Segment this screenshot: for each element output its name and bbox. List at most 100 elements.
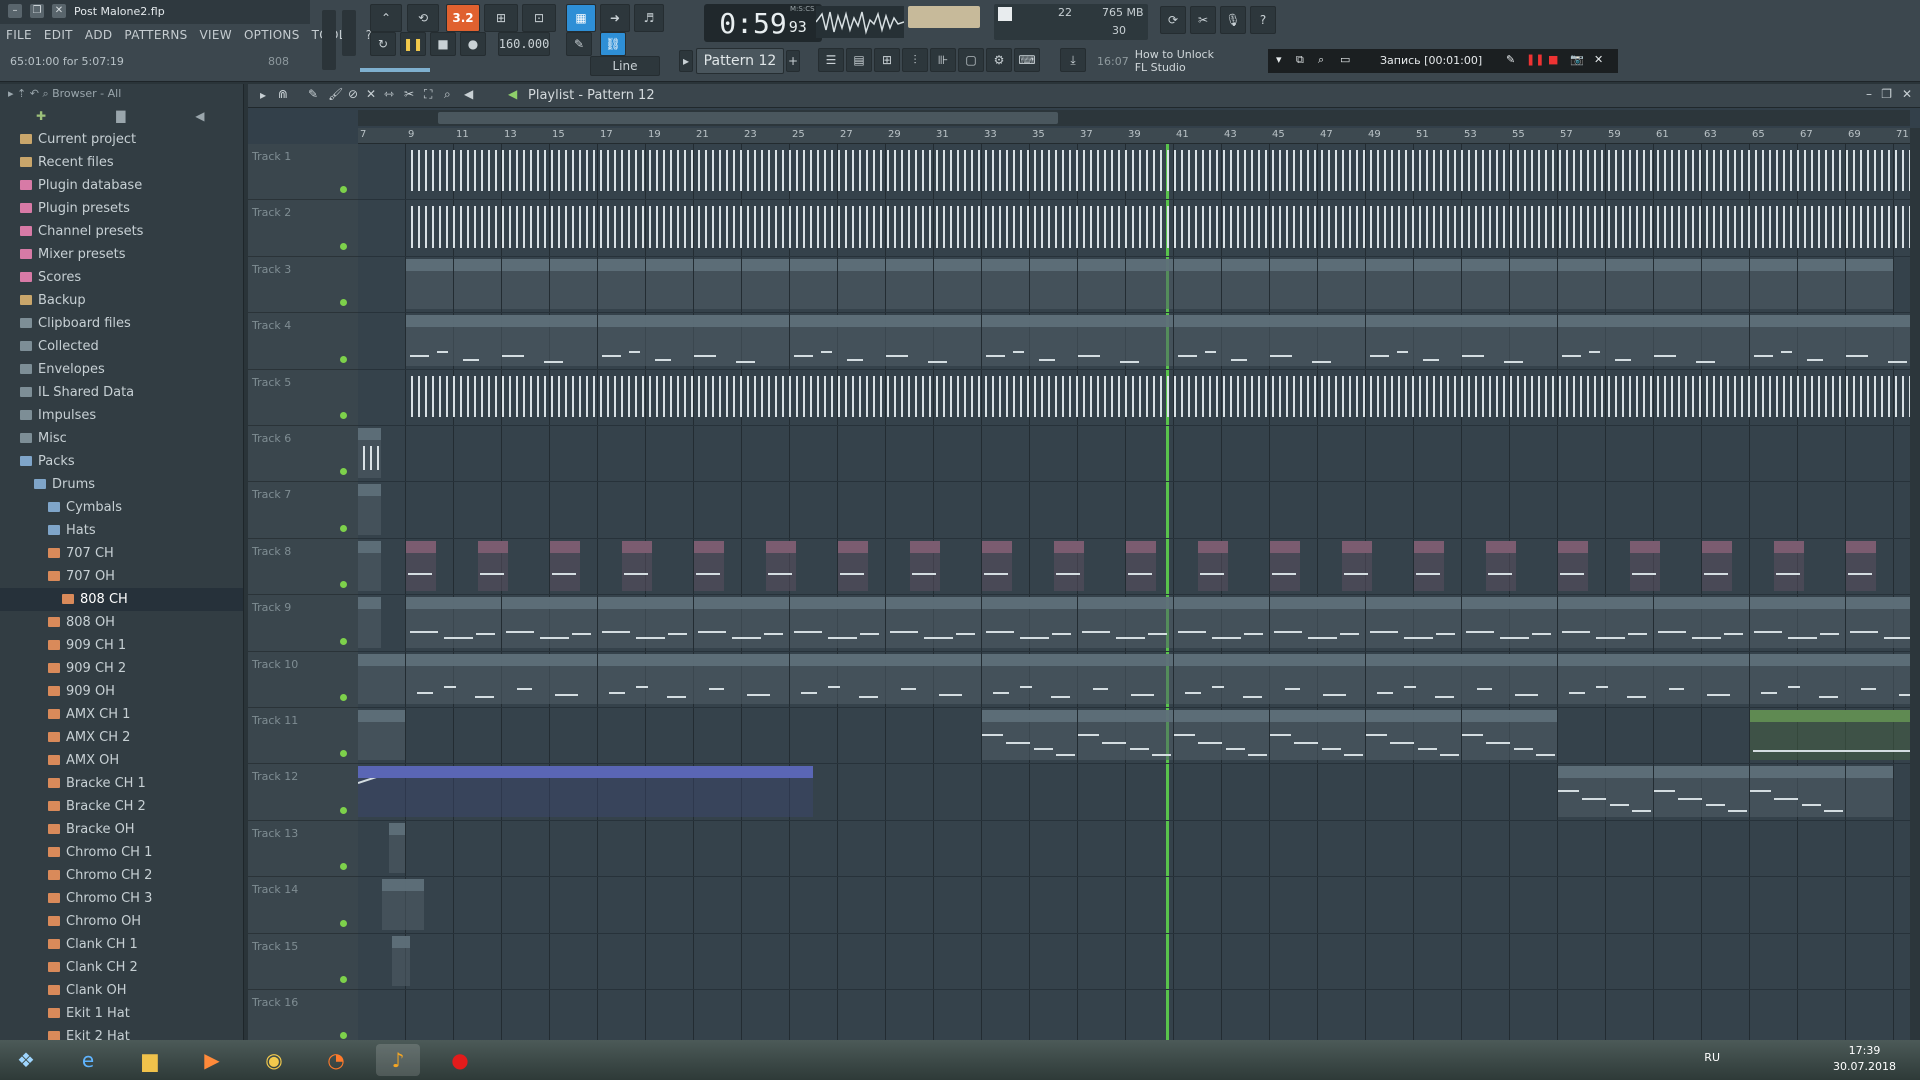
playlist-clip[interactable]: hihat [838, 258, 885, 310]
playlist-clip[interactable] [550, 540, 581, 592]
download-icon[interactable]: ⤓ [1060, 48, 1086, 72]
metronome-icon[interactable]: ⌃ [370, 4, 402, 32]
fl-studio-taskbar-icon[interactable]: ♪ [376, 1044, 420, 1076]
playlist-clip[interactable]: 808 [1558, 315, 1749, 366]
playlist-clip[interactable] [358, 428, 381, 479]
browser-item[interactable]: 808 CH [0, 588, 243, 611]
playlist-clip[interactable] [391, 935, 410, 986]
internet-explorer-icon[interactable]: e [66, 1044, 110, 1076]
playlist-clip[interactable] [1774, 540, 1805, 592]
step-sequencer-icon[interactable]: ⊪ [930, 48, 956, 72]
track-lane[interactable] [358, 934, 1910, 990]
menu-item-options[interactable]: OPTIONS [238, 26, 306, 46]
playlist-clip[interactable]: Pattern 12 [1654, 766, 1749, 817]
playlist-clip[interactable]: hih..#2 [886, 258, 933, 310]
track-lane[interactable] [358, 482, 1910, 539]
track-enable-led[interactable] [340, 637, 347, 645]
track-enable-led[interactable] [340, 1032, 347, 1040]
playlist-clip[interactable] [358, 540, 381, 592]
browser-file-icon[interactable]: ▇ [116, 109, 125, 123]
playlist-clip[interactable]: synth [1270, 597, 1365, 648]
browser-item[interactable]: Ekit 1 Hat [0, 1002, 243, 1025]
playlist-clip[interactable] [838, 540, 869, 592]
language-indicator[interactable]: RU [1704, 1051, 1720, 1064]
browser-item[interactable]: Collected [0, 335, 243, 358]
playlist-clip[interactable]: synth [1750, 597, 1845, 648]
browser-item[interactable]: IL Shared Data [0, 381, 243, 404]
master-pitch-slider[interactable] [342, 10, 356, 56]
restore-icon[interactable]: ❐ [30, 4, 44, 18]
track-enable-led[interactable] [340, 693, 347, 701]
playlist-clip[interactable]: hih..#2 [1558, 258, 1605, 310]
playlist-clip[interactable]: hih..#2 [1606, 258, 1653, 310]
firefox-icon[interactable]: ◔ [314, 1044, 358, 1076]
stop-button[interactable]: ■ [430, 32, 456, 56]
help-icon[interactable]: ? [1250, 6, 1276, 34]
menu-item-view[interactable]: VIEW [194, 26, 238, 46]
record-mode-icon[interactable]: ⟲ [407, 4, 439, 32]
slip-tool-icon[interactable]: ⇿ [384, 87, 394, 101]
browser-item[interactable]: Plugin database [0, 174, 243, 197]
browser-item[interactable]: Chromo OH [0, 910, 243, 933]
playlist-clip[interactable]: Pattern 10 [406, 653, 597, 704]
chrome-icon[interactable]: ◉ [252, 1044, 296, 1076]
playlist-clip[interactable]: Pattern 10 [1174, 653, 1365, 704]
loop-icon[interactable]: ↻ [370, 32, 396, 56]
playlist-clip[interactable] [1198, 540, 1229, 592]
playlist-clip[interactable]: hihat [598, 258, 645, 310]
audio-pattern[interactable] [406, 200, 1910, 255]
playlist-clip[interactable]: synth [1654, 597, 1749, 648]
browser-item[interactable]: Bracke CH 2 [0, 795, 243, 818]
browser-item[interactable]: Packs [0, 450, 243, 473]
playlist-clip[interactable] [910, 540, 941, 592]
playlist-clip[interactable]: Pattern 12 [1750, 766, 1845, 817]
playlist-clip[interactable]: hih..#2 [1846, 258, 1893, 310]
media-player-icon[interactable]: ▶ [190, 1044, 234, 1076]
tray-clock[interactable]: 17:39 30.07.2018 [1833, 1043, 1896, 1075]
playlist-clip[interactable]: Pattern 12 [1366, 710, 1461, 761]
browser-item[interactable]: Clank CH 2 [0, 956, 243, 979]
playlist-clip[interactable]: hihat [1222, 258, 1269, 310]
playlist-clip[interactable] [622, 540, 653, 592]
browser-item[interactable]: AMX CH 2 [0, 726, 243, 749]
track-lane[interactable]: hihat hihat hihat hihat hihat hihat hih..#2 hih… [358, 257, 1910, 314]
recorder-stop-icon[interactable]: ■ [1548, 53, 1558, 66]
playlist-clip[interactable]: 808 [790, 315, 981, 366]
playlist-clip[interactable]: hih..#2 [1510, 258, 1557, 310]
playlist-clip[interactable]: Love Philter - Synth - Filter 1 - Cutoff… [358, 766, 813, 817]
playlist-clip[interactable]: Pattern 12 [1846, 766, 1893, 817]
file-explorer-icon[interactable]: ▆ [128, 1044, 172, 1076]
playlist-clip[interactable]: 808 [598, 315, 789, 366]
horizontal-scrollbar[interactable] [358, 110, 1910, 126]
track-enable-led[interactable] [340, 975, 347, 983]
playlist-clip[interactable] [389, 822, 405, 874]
playlist-clip[interactable]: hihat [502, 258, 549, 310]
playlist-clip[interactable]: Pattern 12 [982, 710, 1077, 761]
playlist-clip[interactable] [358, 597, 381, 648]
browser-item[interactable]: Backup [0, 289, 243, 312]
playlist-clip[interactable]: synth [1846, 597, 1910, 648]
track-header[interactable]: Track 3 [248, 257, 358, 314]
loop-record-icon[interactable]: ⊡ [522, 4, 556, 32]
playlist-maximize-icon[interactable]: ❐ [1881, 87, 1892, 101]
menu-item-patterns[interactable]: PATTERNS [118, 26, 193, 46]
master-volume-slider[interactable] [322, 10, 336, 70]
playlist-clip[interactable] [1846, 540, 1877, 592]
browser-item[interactable]: Chromo CH 3 [0, 887, 243, 910]
track-header[interactable]: Track 9 [248, 595, 358, 652]
add-pattern-icon[interactable]: + [786, 50, 800, 72]
playlist-clip[interactable]: Pattern 12 [1078, 710, 1173, 761]
track-lane[interactable]: synth synth synth synth synth synth synth synth… [358, 595, 1910, 652]
zoom-tool-icon[interactable]: ⌕ [444, 87, 451, 102]
browser-item[interactable]: Clank CH 1 [0, 933, 243, 956]
recorder-camera-icon[interactable]: 📷 [1570, 53, 1584, 66]
tempo-display[interactable]: 160.000 [498, 32, 550, 56]
browser-item[interactable]: 808 OH [0, 611, 243, 634]
track-header[interactable]: Track 5 [248, 370, 358, 426]
browser-item[interactable]: Impulses [0, 404, 243, 427]
audio-pattern[interactable] [406, 144, 1910, 199]
touch-keyboard-icon[interactable]: ⌨ [1014, 48, 1040, 72]
browser-item[interactable]: 909 OH [0, 680, 243, 703]
track-header[interactable]: Track 7 [248, 482, 358, 539]
playlist-clip[interactable]: hih..#2 [742, 258, 789, 310]
